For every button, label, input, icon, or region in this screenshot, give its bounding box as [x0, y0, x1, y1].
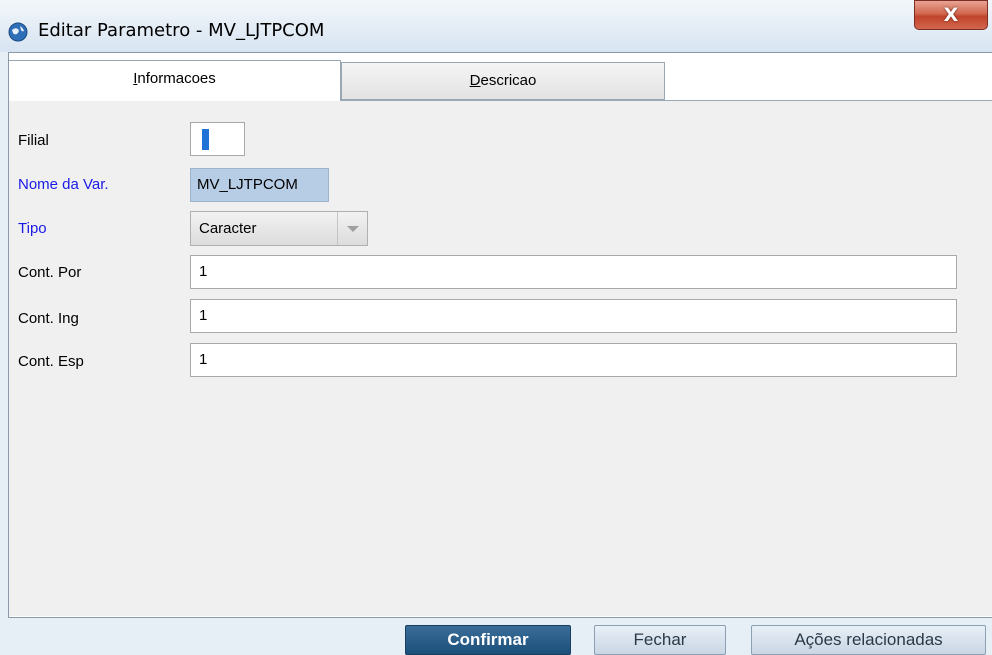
- tipo-selected-value: Caracter: [199, 220, 257, 237]
- confirmar-button[interactable]: Confirmar: [405, 625, 571, 655]
- nome-da-var-label: Nome da Var.: [18, 176, 109, 193]
- cont-ing-label: Cont. Ing: [18, 310, 79, 327]
- cont-por-input[interactable]: 1: [190, 255, 957, 289]
- window-title: Editar Parametro - MV_LJTPCOM: [38, 20, 325, 41]
- tipo-select[interactable]: Caracter: [190, 211, 368, 246]
- tab-descricao-label: escricao: [480, 72, 537, 89]
- text-cursor: [202, 129, 209, 150]
- close-button[interactable]: X: [914, 0, 988, 30]
- filial-label: Filial: [18, 132, 49, 149]
- app-globe-icon: [8, 22, 28, 42]
- cont-por-label: Cont. Por: [18, 264, 82, 281]
- title-bar: Editar Parametro - MV_LJTPCOM X: [0, 0, 992, 52]
- cont-esp-input[interactable]: 1: [190, 343, 957, 377]
- tipo-label: Tipo: [18, 220, 47, 237]
- fechar-button[interactable]: Fechar: [594, 625, 726, 655]
- acoes-relacionadas-button[interactable]: Ações relacionadas: [751, 625, 986, 655]
- tab-descricao[interactable]: Descricao: [341, 62, 665, 100]
- close-icon: X: [943, 4, 959, 26]
- nome-da-var-input[interactable]: MV_LJTPCOM: [190, 168, 329, 202]
- tab-informacoes-label: nformacoes: [137, 70, 216, 87]
- cont-ing-input[interactable]: 1: [190, 299, 957, 333]
- tab-descricao-mnemonic: D: [469, 72, 481, 89]
- tab-informacoes[interactable]: Informacoes: [9, 60, 341, 101]
- cont-esp-label: Cont. Esp: [18, 353, 84, 370]
- chevron-down-icon[interactable]: [337, 212, 367, 245]
- filial-input[interactable]: [190, 122, 245, 156]
